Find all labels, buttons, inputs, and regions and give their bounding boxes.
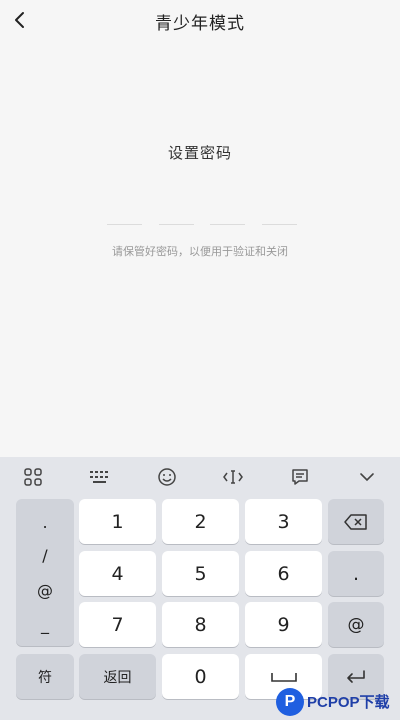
- page-title: 青少年模式: [155, 14, 245, 34]
- symbol-key-dot[interactable]: .: [16, 513, 74, 532]
- key-3[interactable]: 3: [245, 499, 322, 544]
- keyboard-layout-icon[interactable]: [67, 457, 134, 497]
- at-key[interactable]: @: [328, 602, 384, 647]
- key-0[interactable]: 0: [162, 654, 239, 699]
- return-key[interactable]: 返回: [79, 654, 156, 699]
- backspace-icon: [344, 513, 367, 530]
- key-7[interactable]: 7: [79, 602, 156, 647]
- dot-key[interactable]: .: [328, 551, 384, 596]
- pin-slot: [107, 224, 142, 225]
- emoji-icon[interactable]: [133, 457, 200, 497]
- keyboard-toolbar: [0, 457, 400, 497]
- password-hint: 请保管好密码，以便用于验证和关闭: [112, 245, 288, 258]
- key-8[interactable]: 8: [162, 602, 239, 647]
- symbol-column[interactable]: . / @ _: [16, 499, 74, 646]
- symbol-mode-key[interactable]: 符: [16, 654, 74, 699]
- watermark-logo-icon: P: [276, 687, 304, 716]
- key-1[interactable]: 1: [79, 499, 156, 544]
- key-6[interactable]: 6: [245, 551, 322, 596]
- key-9[interactable]: 9: [245, 602, 322, 647]
- key-2[interactable]: 2: [162, 499, 239, 544]
- watermark-text: PCPOP下载: [307, 694, 390, 711]
- set-password-label: 设置密码: [167, 144, 232, 162]
- symbol-key-slash[interactable]: /: [16, 546, 74, 565]
- pin-slot: [210, 224, 246, 225]
- symbol-key-underscore[interactable]: _: [16, 615, 74, 634]
- watermark-logo: P PCPOP下载: [276, 683, 400, 720]
- space-icon: [270, 672, 297, 682]
- clipboard-icon[interactable]: [267, 457, 334, 497]
- grid-icon[interactable]: [0, 457, 67, 497]
- pin-slot: [158, 224, 194, 225]
- collapse-icon[interactable]: [333, 457, 400, 497]
- backspace-button[interactable]: [328, 499, 384, 544]
- cursor-icon[interactable]: [200, 457, 267, 497]
- pin-slot: [261, 224, 297, 225]
- symbol-key-at[interactable]: @: [16, 581, 74, 600]
- header-bar: 青少年模式: [0, 0, 400, 44]
- key-4[interactable]: 4: [79, 551, 156, 596]
- key-5[interactable]: 5: [162, 551, 239, 596]
- pin-input[interactable]: [107, 224, 297, 226]
